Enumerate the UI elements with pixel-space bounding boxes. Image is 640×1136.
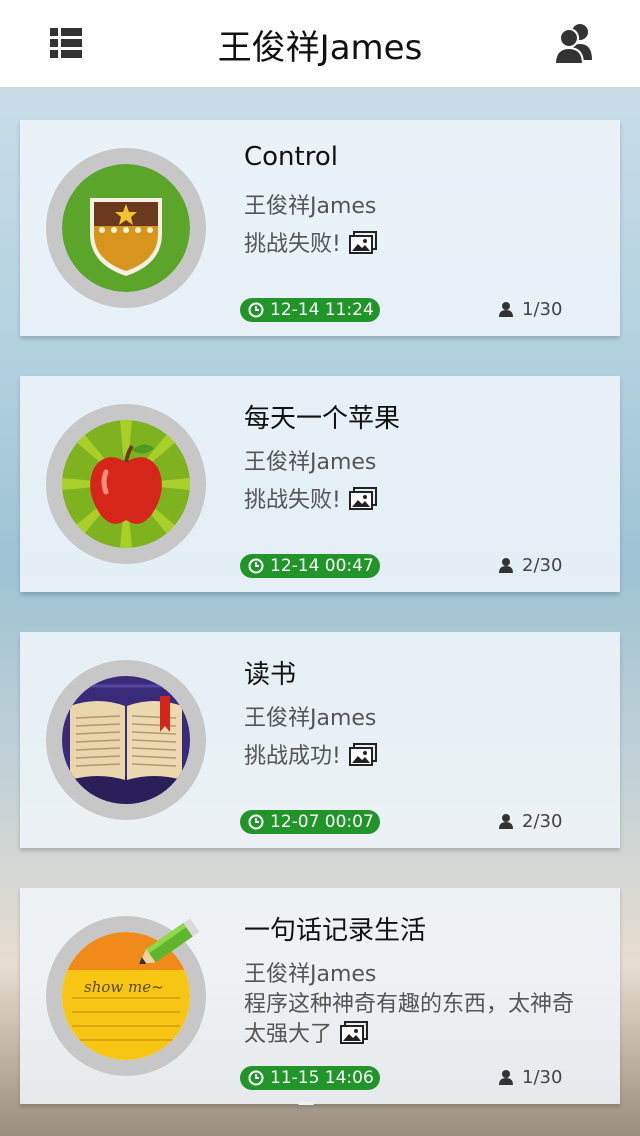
pencil-icon: [139, 918, 200, 965]
time-text: 11-15 14:06: [270, 1068, 374, 1088]
challenge-status: 程序这种神奇有趣的东西，太神奇太强大了: [244, 990, 584, 1050]
challenge-card[interactable]: 每天一个苹果 王俊祥James 挑战失败! 12-14 00:47 2/30: [20, 376, 620, 592]
scroll-indicator: [298, 1102, 314, 1105]
challenge-user: 王俊祥James: [244, 962, 377, 987]
person-icon: [499, 1070, 513, 1085]
time-badge: 12-14 11:24: [240, 298, 380, 322]
person-icon: [499, 814, 513, 829]
challenge-user: 王俊祥James: [244, 706, 377, 731]
page-title: 王俊祥James: [217, 28, 423, 68]
open-book-icon: [62, 676, 190, 804]
time-badge: 11-15 14:06: [240, 1066, 380, 1090]
time-badge: 12-07 00:07: [240, 810, 380, 834]
badge-shield-icon: [62, 164, 190, 292]
time-badge: 12-14 00:47: [240, 554, 380, 578]
challenge-avatar[interactable]: [46, 404, 206, 564]
participant-count: 2/30: [498, 810, 562, 834]
note-text: show me~: [84, 978, 164, 996]
person-icon: [499, 558, 513, 573]
user-group-icon[interactable]: [552, 20, 596, 66]
status-text: 挑战失败!: [244, 488, 341, 513]
count-text: 2/30: [522, 811, 563, 832]
clock-icon: [248, 302, 264, 318]
challenge-card[interactable]: 读书 王俊祥James 挑战成功! 12-07 00:07 2/30: [20, 632, 620, 848]
picture-icon[interactable]: [340, 1021, 369, 1045]
challenge-user: 王俊祥James: [244, 194, 377, 219]
picture-icon[interactable]: [348, 487, 377, 511]
challenge-card[interactable]: show me~ 一句话记录生活 王俊祥James 程序这种神奇有趣的东西，太神…: [20, 888, 620, 1104]
challenge-avatar[interactable]: [46, 660, 206, 820]
count-text: 2/30: [522, 555, 563, 576]
challenge-title: 一句话记录生活: [244, 916, 427, 946]
challenge-status: 挑战失败!: [244, 482, 377, 514]
participant-count: 1/30: [498, 1066, 562, 1090]
challenge-title: 读书: [244, 660, 297, 690]
clock-icon: [248, 558, 264, 574]
picture-icon[interactable]: [348, 743, 377, 767]
participant-count: 1/30: [498, 298, 562, 322]
challenge-card[interactable]: Control 王俊祥James 挑战失败! 12-14 11:24 1/30: [20, 120, 620, 336]
picture-icon[interactable]: [348, 231, 377, 255]
apple-icon: [62, 420, 190, 548]
clock-icon: [248, 814, 264, 830]
challenge-status: 挑战失败!: [244, 226, 377, 258]
time-text: 12-14 00:47: [270, 556, 374, 576]
challenge-avatar[interactable]: [46, 148, 206, 308]
count-text: 1/30: [522, 1067, 563, 1088]
participant-count: 2/30: [498, 554, 562, 578]
time-text: 12-07 00:07: [270, 812, 374, 832]
challenge-user: 王俊祥James: [244, 450, 377, 475]
count-text: 1/30: [522, 299, 563, 320]
status-text: 挑战成功!: [244, 744, 341, 769]
time-text: 12-14 11:24: [270, 300, 374, 320]
challenge-status: 挑战成功!: [244, 738, 377, 770]
status-text: 挑战失败!: [244, 232, 341, 257]
clock-icon: [248, 1070, 264, 1086]
person-icon: [499, 302, 513, 317]
top-nav-bar: 王俊祥James: [0, 0, 640, 88]
challenge-title: Control: [244, 142, 338, 172]
challenge-title: 每天一个苹果: [244, 404, 401, 434]
status-text: 程序这种神奇有趣的东西，太神奇太强大了: [244, 992, 575, 1047]
